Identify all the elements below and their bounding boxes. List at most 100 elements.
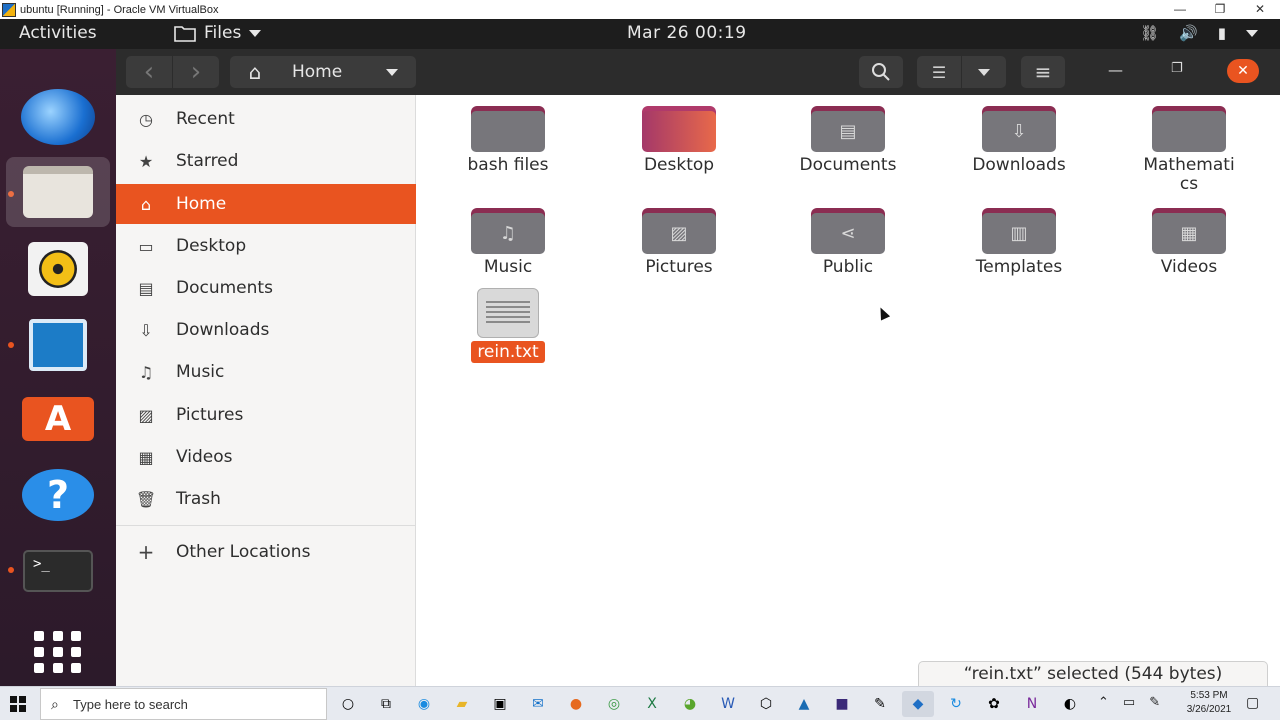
sidebar-item-home[interactable]: ⌂ Home	[116, 184, 416, 224]
clock[interactable]: Mar 26 00:19	[627, 23, 747, 43]
network-icon[interactable]: ⛓	[1140, 24, 1159, 42]
close-button[interactable]: ✕	[1227, 59, 1259, 83]
folder-item-downloads[interactable]: ⇩ Downloads	[954, 106, 1084, 175]
home-icon: ⌂	[140, 194, 152, 214]
folder-item-public[interactable]: ⋖ Public	[783, 208, 913, 277]
excel-icon[interactable]: X	[636, 691, 668, 717]
virtualbox-icon[interactable]: ◆	[902, 691, 934, 717]
sidebar-item-desktop[interactable]: ▭ Desktop	[116, 226, 416, 266]
folder-item-templates[interactable]: ▥ Templates	[954, 208, 1084, 277]
onenote-icon[interactable]: N	[1016, 691, 1048, 717]
sync-icon[interactable]: ↻	[940, 691, 972, 717]
folder-item-pictures[interactable]: ▨ Pictures	[614, 208, 744, 277]
main-menu-button[interactable]: ≡	[1021, 56, 1065, 88]
dock-rhythmbox[interactable]	[20, 237, 96, 301]
app-menu-label: Files	[204, 23, 242, 43]
file-label: Mathemati cs	[1143, 155, 1235, 194]
tex-icon[interactable]: ■	[826, 691, 858, 717]
host-maximize-button[interactable]: ❐	[1200, 0, 1240, 19]
folder-item-videos[interactable]: ▦ Videos	[1124, 208, 1254, 277]
folder-item-bash-files[interactable]: bash files	[443, 106, 573, 175]
hamburger-menu-icon: ≡	[1034, 60, 1052, 84]
sidebar-item-trash[interactable]: 🗑 Trash	[116, 479, 416, 519]
cortana-icon[interactable]: ○	[332, 691, 364, 717]
chevron-right-icon: ›	[190, 57, 202, 87]
obs-icon[interactable]: ◐	[1054, 691, 1086, 717]
back-button[interactable]: ‹	[126, 56, 172, 88]
chevron-down-icon	[249, 29, 262, 37]
chevron-down-icon	[978, 68, 990, 76]
document-icon: ▤	[138, 278, 154, 298]
volume-icon[interactable]: 🔊	[1179, 24, 1198, 42]
rhythmbox-icon	[28, 242, 88, 296]
ubuntu-dock: A ? >_	[0, 49, 116, 686]
word-icon[interactable]: W	[712, 691, 744, 717]
battery-icon[interactable]: ▮	[1218, 24, 1226, 42]
view-options-button[interactable]	[962, 56, 1006, 88]
dock-help[interactable]: ?	[20, 463, 96, 527]
chevron-up-icon[interactable]: ⌃	[1098, 695, 1109, 710]
taskbar-apps: ○ ⧉ ◉ ▰ ▣ ✉ ● ◎ X ◕ W ⬡ ▲ ■ ✎ ◆ ↻ ✿ N ◐	[332, 691, 1086, 717]
files-app-icon	[23, 166, 93, 218]
host-minimize-button[interactable]: —	[1160, 0, 1200, 19]
music-icon: ♫	[138, 362, 154, 382]
pen-icon[interactable]: ✎	[1149, 695, 1160, 710]
folder-item-desktop[interactable]: Desktop	[614, 106, 744, 175]
sidebar-item-label: Starred	[176, 151, 239, 171]
notepad-icon[interactable]: ✎	[864, 691, 896, 717]
android-icon[interactable]: ◕	[674, 691, 706, 717]
view-mode-button[interactable]: ☰	[917, 56, 961, 88]
store-icon[interactable]: ▣	[484, 691, 516, 717]
files-headerbar: ‹ › ⌂ Home ☰ ≡ — ❐ ✕	[116, 49, 1280, 95]
sidebar-item-other-locations[interactable]: + Other Locations	[116, 532, 416, 572]
file-label: Music	[483, 257, 533, 277]
sidebar-item-downloads[interactable]: ⇩ Downloads	[116, 310, 416, 350]
folder-item-mathematics[interactable]: Mathemati cs	[1124, 106, 1254, 194]
file-explorer-icon[interactable]: ▰	[446, 691, 478, 717]
system-menu-icon[interactable]	[1246, 30, 1258, 37]
folder-icon	[1152, 106, 1226, 152]
taskbar-search-input[interactable]: ⌕ Type here to search	[40, 688, 327, 720]
chrome-icon[interactable]: ◎	[598, 691, 630, 717]
battery-icon[interactable]: ▭	[1123, 695, 1135, 710]
edge-icon[interactable]: ◉	[408, 691, 440, 717]
forward-button[interactable]: ›	[173, 56, 219, 88]
search-button[interactable]	[859, 56, 903, 88]
system-tray[interactable]: ⌃ ▭ ✎	[1098, 695, 1160, 710]
system-tray[interactable]: ⛓ 🔊 ▮	[1140, 24, 1258, 42]
sidebar-item-recent[interactable]: ◷ Recent	[116, 99, 416, 139]
dock-thunderbird[interactable]	[20, 85, 96, 149]
sidebar-item-pictures[interactable]: ▨ Pictures	[116, 395, 416, 435]
paint-icon[interactable]: ✿	[978, 691, 1010, 717]
sidebar-item-documents[interactable]: ▤ Documents	[116, 268, 416, 308]
dock-ubuntu-software[interactable]: A	[20, 387, 96, 451]
taskbar-clock[interactable]: 5:53 PM 3/26/2021	[1182, 689, 1236, 717]
dock-files[interactable]	[6, 157, 110, 227]
notification-icon[interactable]: ▢	[1246, 695, 1259, 711]
sidebar-item-videos[interactable]: ▦ Videos	[116, 437, 416, 477]
app-menu-button[interactable]: Files	[174, 23, 262, 43]
dock-libreoffice-writer[interactable]	[20, 313, 96, 377]
ubuntu-software-icon: A	[22, 397, 94, 441]
cube-icon[interactable]: ⬡	[750, 691, 782, 717]
task-view-icon[interactable]: ⧉	[370, 691, 402, 717]
dock-terminal[interactable]: >_	[20, 539, 96, 603]
sidebar-item-starred[interactable]: ★ Starred	[116, 141, 416, 181]
minimize-button[interactable]: —	[1108, 61, 1123, 79]
desktop-folder-icon	[642, 106, 716, 152]
folder-item-documents[interactable]: ▤ Documents	[783, 106, 913, 175]
folder-item-music[interactable]: ♫ Music	[443, 208, 573, 277]
show-applications-button[interactable]	[20, 617, 96, 681]
sidebar-item-music[interactable]: ♫ Music	[116, 352, 416, 392]
photos-icon[interactable]: ▲	[788, 691, 820, 717]
host-close-button[interactable]: ✕	[1240, 0, 1280, 19]
firefox-icon[interactable]: ●	[560, 691, 592, 717]
file-label: Pictures	[645, 257, 713, 277]
path-bar-home[interactable]: ⌂ Home	[230, 56, 416, 88]
file-item-rein-txt[interactable]: rein.txt	[443, 288, 573, 363]
maximize-button[interactable]: ❐	[1171, 61, 1183, 76]
mail-icon[interactable]: ✉	[522, 691, 554, 717]
activities-button[interactable]: Activities	[19, 23, 97, 43]
file-icon-view[interactable]: bash files Desktop ▤ Documents ⇩ Downloa…	[417, 95, 1280, 686]
windows-start-button[interactable]	[10, 696, 26, 712]
